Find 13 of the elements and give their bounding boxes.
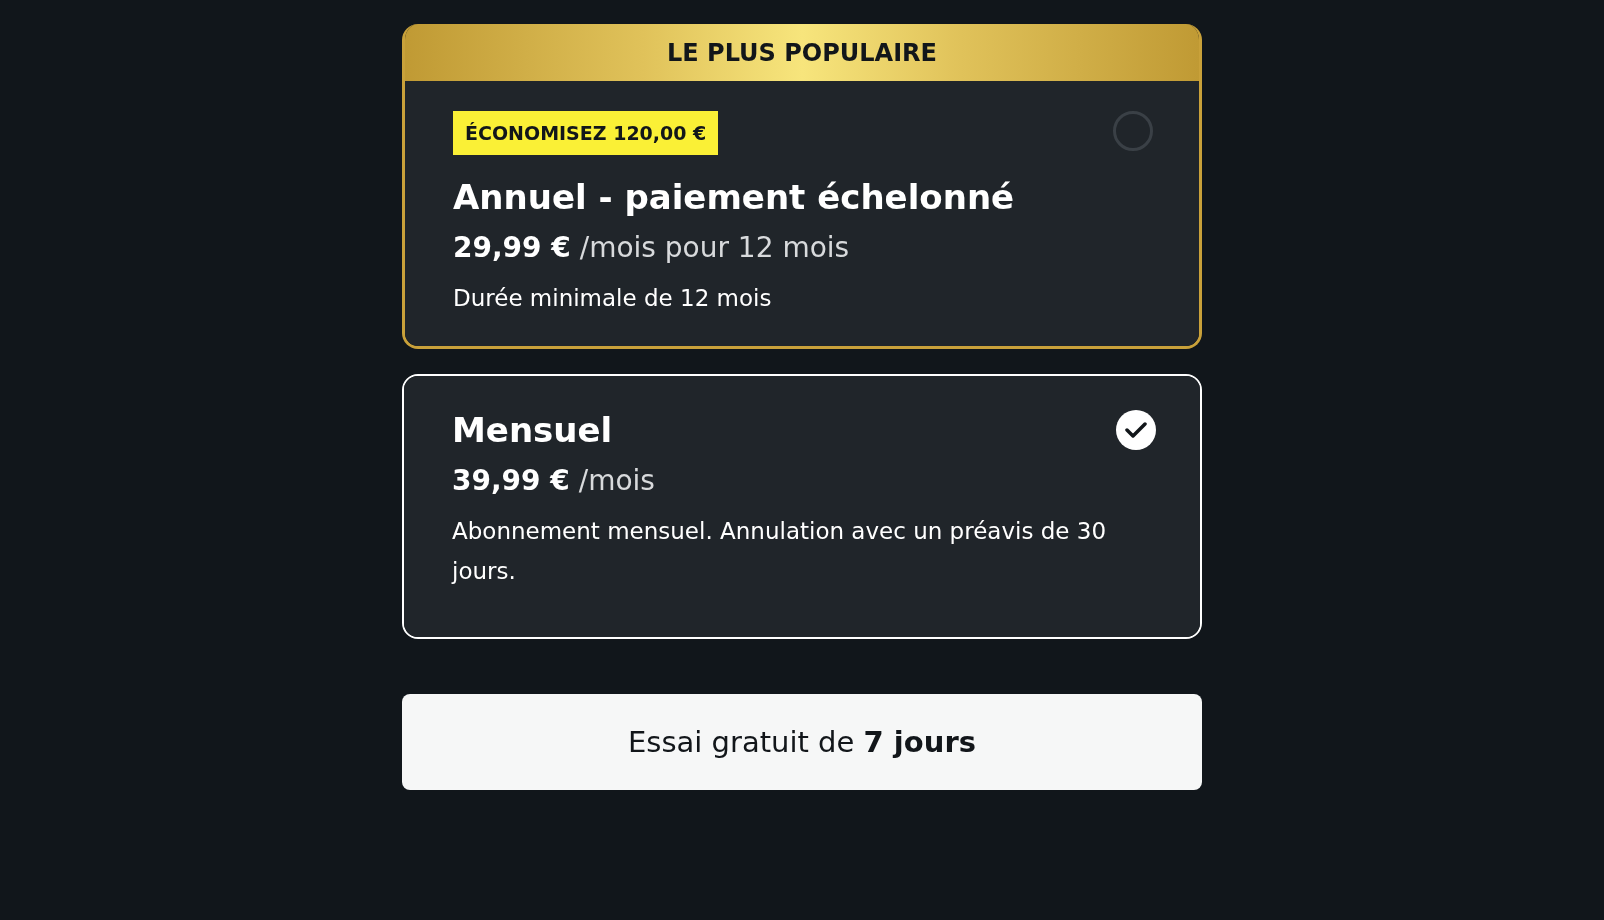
plan-card[interactable]: LE PLUS POPULAIRE ÉCONOMISEZ 120,00 € Annuel - paiement échelonné 29,99 € /mois pour 12 mois Durée minimale de 12 mois <box>402 24 1202 349</box>
plan-note: Abonnement mensuel. Annulation avec un préavis de 30 jours. <box>452 517 1108 586</box>
plan-title: Mensuel <box>452 410 613 450</box>
trial-button[interactable]: Essai gratuit de 7 jours <box>402 694 1202 790</box>
plan-price: 39,99 € /mois <box>452 464 655 497</box>
plan-card[interactable]: Mensuel 39,99 € /mois Abonnement mensuel. Annulation avec un préavis de 30 jours. <box>402 374 1202 639</box>
plan-title: Annuel - paiement échelonné <box>453 177 1015 217</box>
plan-note: Durée minimale de 12 mois <box>453 284 773 313</box>
radio-button[interactable] <box>1113 111 1153 151</box>
savings-badge: ÉCONOMISEZ 120,00 € <box>453 111 719 155</box>
check-icon[interactable] <box>1116 410 1156 450</box>
popular-banner: LE PLUS POPULAIRE <box>405 24 1199 81</box>
plan-price: 29,99 € /mois pour 12 mois <box>453 231 850 264</box>
